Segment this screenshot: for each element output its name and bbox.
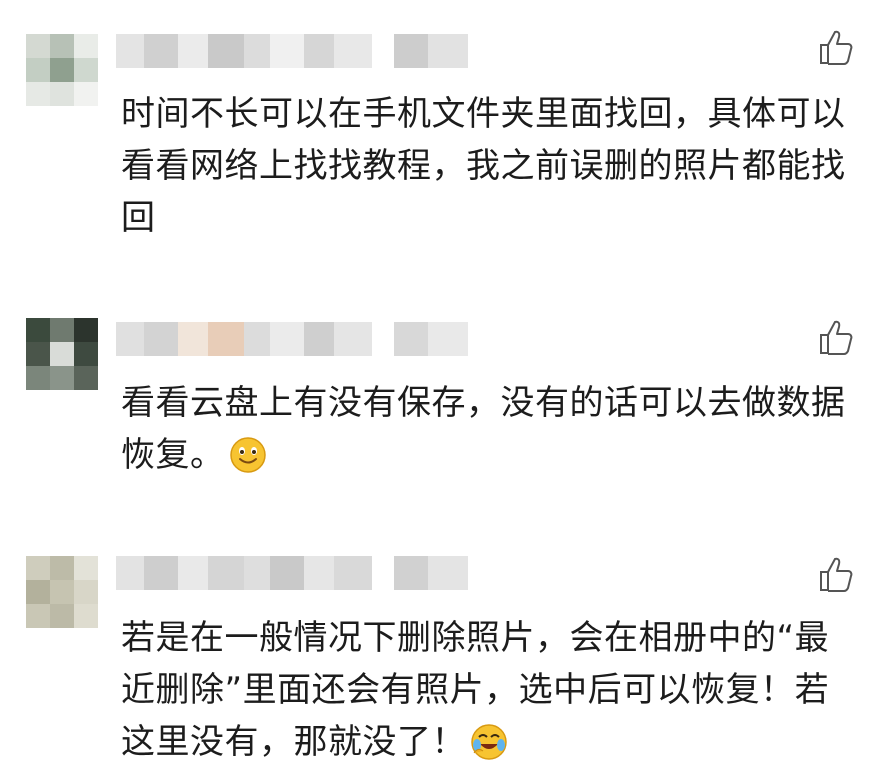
name-pixel	[304, 322, 334, 356]
name-pixel	[372, 322, 394, 356]
avatar-pixel	[50, 556, 74, 580]
thumbs-up-icon	[820, 30, 853, 65]
avatar-pixel	[74, 366, 98, 390]
avatar-pixel	[26, 366, 50, 390]
avatar-pixel	[74, 580, 98, 604]
name-pixel	[178, 556, 208, 590]
avatar-pixel	[50, 318, 74, 342]
username-blurred[interactable]	[116, 556, 468, 590]
name-pixel	[270, 322, 304, 356]
name-pixel	[244, 556, 270, 590]
name-pixel	[428, 34, 468, 68]
username-blurred[interactable]	[116, 322, 468, 356]
like-button[interactable]	[818, 555, 856, 593]
avatar-pixel	[74, 556, 98, 580]
name-pixel	[334, 322, 372, 356]
avatar-pixel	[26, 34, 50, 58]
name-pixel	[208, 556, 244, 590]
avatar-pixel	[50, 604, 74, 628]
avatar-pixel	[74, 604, 98, 628]
name-pixel	[394, 556, 428, 590]
thumbs-up-icon	[820, 557, 853, 592]
avatar-pixel	[26, 342, 50, 366]
username-blurred[interactable]	[116, 34, 468, 68]
name-pixel	[144, 34, 178, 68]
avatar-pixel	[74, 58, 98, 82]
name-pixel	[270, 556, 304, 590]
name-pixel	[244, 322, 270, 356]
avatar-pixel	[50, 366, 74, 390]
avatar-pixel	[26, 82, 50, 106]
avatar-pixel	[74, 34, 98, 58]
name-pixel	[116, 34, 144, 68]
avatar[interactable]	[26, 318, 98, 390]
avatar-pixel	[74, 342, 98, 366]
name-pixel	[244, 34, 270, 68]
avatar-pixel	[26, 580, 50, 604]
name-pixel	[304, 34, 334, 68]
name-pixel	[334, 556, 372, 590]
name-pixel	[372, 34, 394, 68]
name-pixel	[304, 556, 334, 590]
name-pixel	[208, 322, 244, 356]
avatar-pixel	[50, 342, 74, 366]
avatar-pixel	[74, 318, 98, 342]
avatar[interactable]	[26, 34, 98, 106]
name-pixel	[178, 322, 208, 356]
smiley-emoji-icon	[229, 436, 267, 474]
laugh-cry-emoji-icon	[470, 723, 508, 761]
name-pixel	[334, 34, 372, 68]
comment-text: 时间不长可以在手机文件夹里面找回，具体可以看看网络上找找教程，我之前误删的照片都…	[121, 94, 846, 238]
name-pixel	[144, 322, 178, 356]
thumbs-up-icon	[820, 320, 853, 355]
avatar-pixel	[74, 82, 98, 106]
comment-text: 若是在一般情况下删除照片，会在相册中的“最近删除”里面还会有照片，选中后可以恢复…	[121, 612, 846, 768]
name-pixel	[178, 34, 208, 68]
name-pixel	[394, 322, 428, 356]
comment-text: 看看云盘上有没有保存，没有的话可以去做数据恢复。	[121, 377, 846, 481]
name-pixel	[208, 34, 244, 68]
avatar-pixel	[50, 34, 74, 58]
name-pixel	[116, 556, 144, 590]
like-button[interactable]	[818, 318, 856, 356]
avatar-pixel	[50, 58, 74, 82]
avatar-pixel	[26, 604, 50, 628]
name-pixel	[372, 556, 394, 590]
like-button[interactable]	[818, 28, 856, 66]
name-pixel	[270, 34, 304, 68]
avatar-pixel	[26, 318, 50, 342]
avatar-pixel	[26, 556, 50, 580]
name-pixel	[428, 556, 468, 590]
name-pixel	[144, 556, 178, 590]
name-pixel	[428, 322, 468, 356]
avatar-pixel	[50, 580, 74, 604]
avatar-pixel	[26, 58, 50, 82]
avatar[interactable]	[26, 556, 98, 628]
name-pixel	[394, 34, 428, 68]
name-pixel	[116, 322, 144, 356]
avatar-pixel	[50, 82, 74, 106]
